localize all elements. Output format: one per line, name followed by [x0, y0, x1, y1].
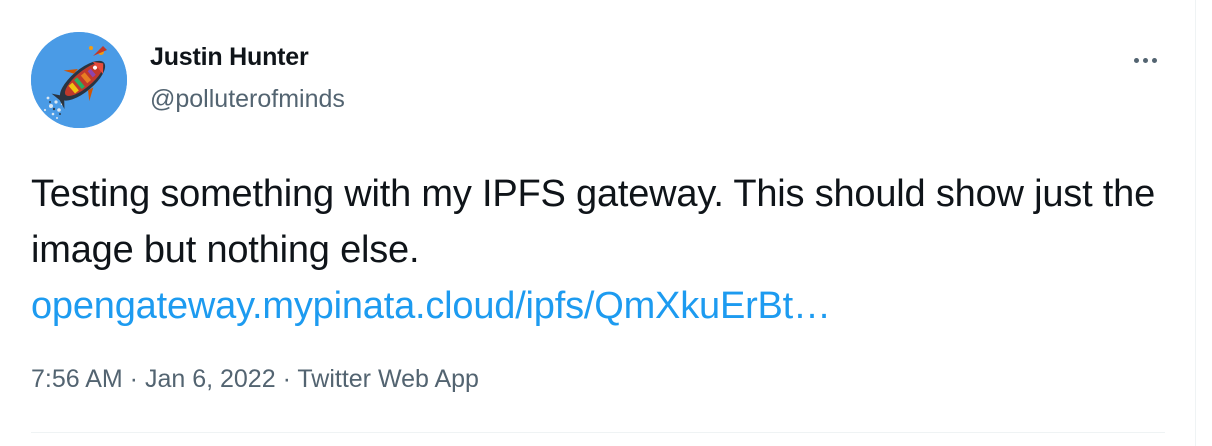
rocket-fish-avatar-icon — [31, 32, 127, 128]
tweet-time[interactable]: 7:56 AM — [31, 365, 123, 393]
meta-separator: · — [122, 365, 145, 393]
avatar[interactable] — [31, 32, 127, 128]
author-handle[interactable]: @polluterofminds — [150, 84, 345, 114]
tweet-card: Justin Hunter @polluterofminds Testing s… — [0, 0, 1196, 446]
more-dot-icon — [1142, 57, 1148, 63]
divider — [31, 432, 1165, 433]
tweet-link[interactable]: opengateway.mypinata.cloud/ipfs/QmXkuErB… — [31, 278, 1171, 334]
more-options-button[interactable] — [1125, 40, 1165, 80]
tweet-date[interactable]: Jan 6, 2022 — [145, 365, 276, 393]
author-display-name[interactable]: Justin Hunter — [150, 42, 345, 72]
tweet-metadata: 7:56 AM · Jan 6, 2022 · Twitter Web App — [31, 364, 479, 394]
tweet-source[interactable]: Twitter Web App — [297, 365, 479, 393]
more-dot-icon — [1151, 57, 1157, 63]
tweet-header: Justin Hunter @polluterofminds — [31, 32, 1165, 130]
tweet-body: Testing something with my IPFS gateway. … — [31, 166, 1171, 334]
author-identity[interactable]: Justin Hunter @polluterofminds — [150, 42, 345, 114]
more-dot-icon — [1133, 57, 1139, 63]
meta-separator: · — [275, 365, 298, 393]
tweet-text: Testing something with my IPFS gateway. … — [31, 173, 1156, 271]
